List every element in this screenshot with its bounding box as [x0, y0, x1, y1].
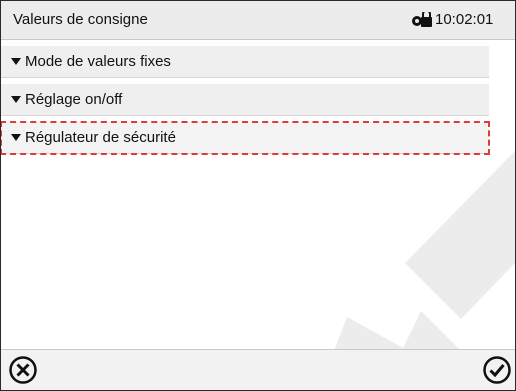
menu-item-label: Régulateur de sécurité	[25, 129, 176, 146]
clock: 10:02:01	[435, 11, 494, 28]
bottom-bar	[1, 349, 515, 390]
cancel-button[interactable]	[7, 354, 39, 386]
menu-item-mode-valeurs-fixes[interactable]: Mode de valeurs fixes	[1, 46, 489, 78]
confirm-icon	[483, 356, 511, 384]
menu-item-label: Réglage on/off	[25, 91, 123, 108]
title-bar: Valeurs de consigne 10:02:01	[1, 1, 515, 40]
triangle-down-icon	[11, 134, 21, 141]
menu-item-regulateur-securite[interactable]: Régulateur de sécurité	[1, 121, 490, 155]
triangle-down-icon	[11, 96, 21, 103]
confirm-button[interactable]	[481, 354, 513, 386]
lock-icon	[411, 9, 433, 28]
cancel-icon	[9, 356, 37, 384]
page-title: Valeurs de consigne	[13, 11, 148, 28]
menu-item-reglage-on-off[interactable]: Réglage on/off	[1, 84, 489, 116]
triangle-down-icon	[11, 58, 21, 65]
menu-item-label: Mode de valeurs fixes	[25, 53, 171, 70]
controller-screen: Valeurs de consigne 10:02:01 Mode de val…	[0, 0, 516, 391]
menu-list: Mode de valeurs fixes Réglage on/off Rég…	[1, 46, 490, 160]
